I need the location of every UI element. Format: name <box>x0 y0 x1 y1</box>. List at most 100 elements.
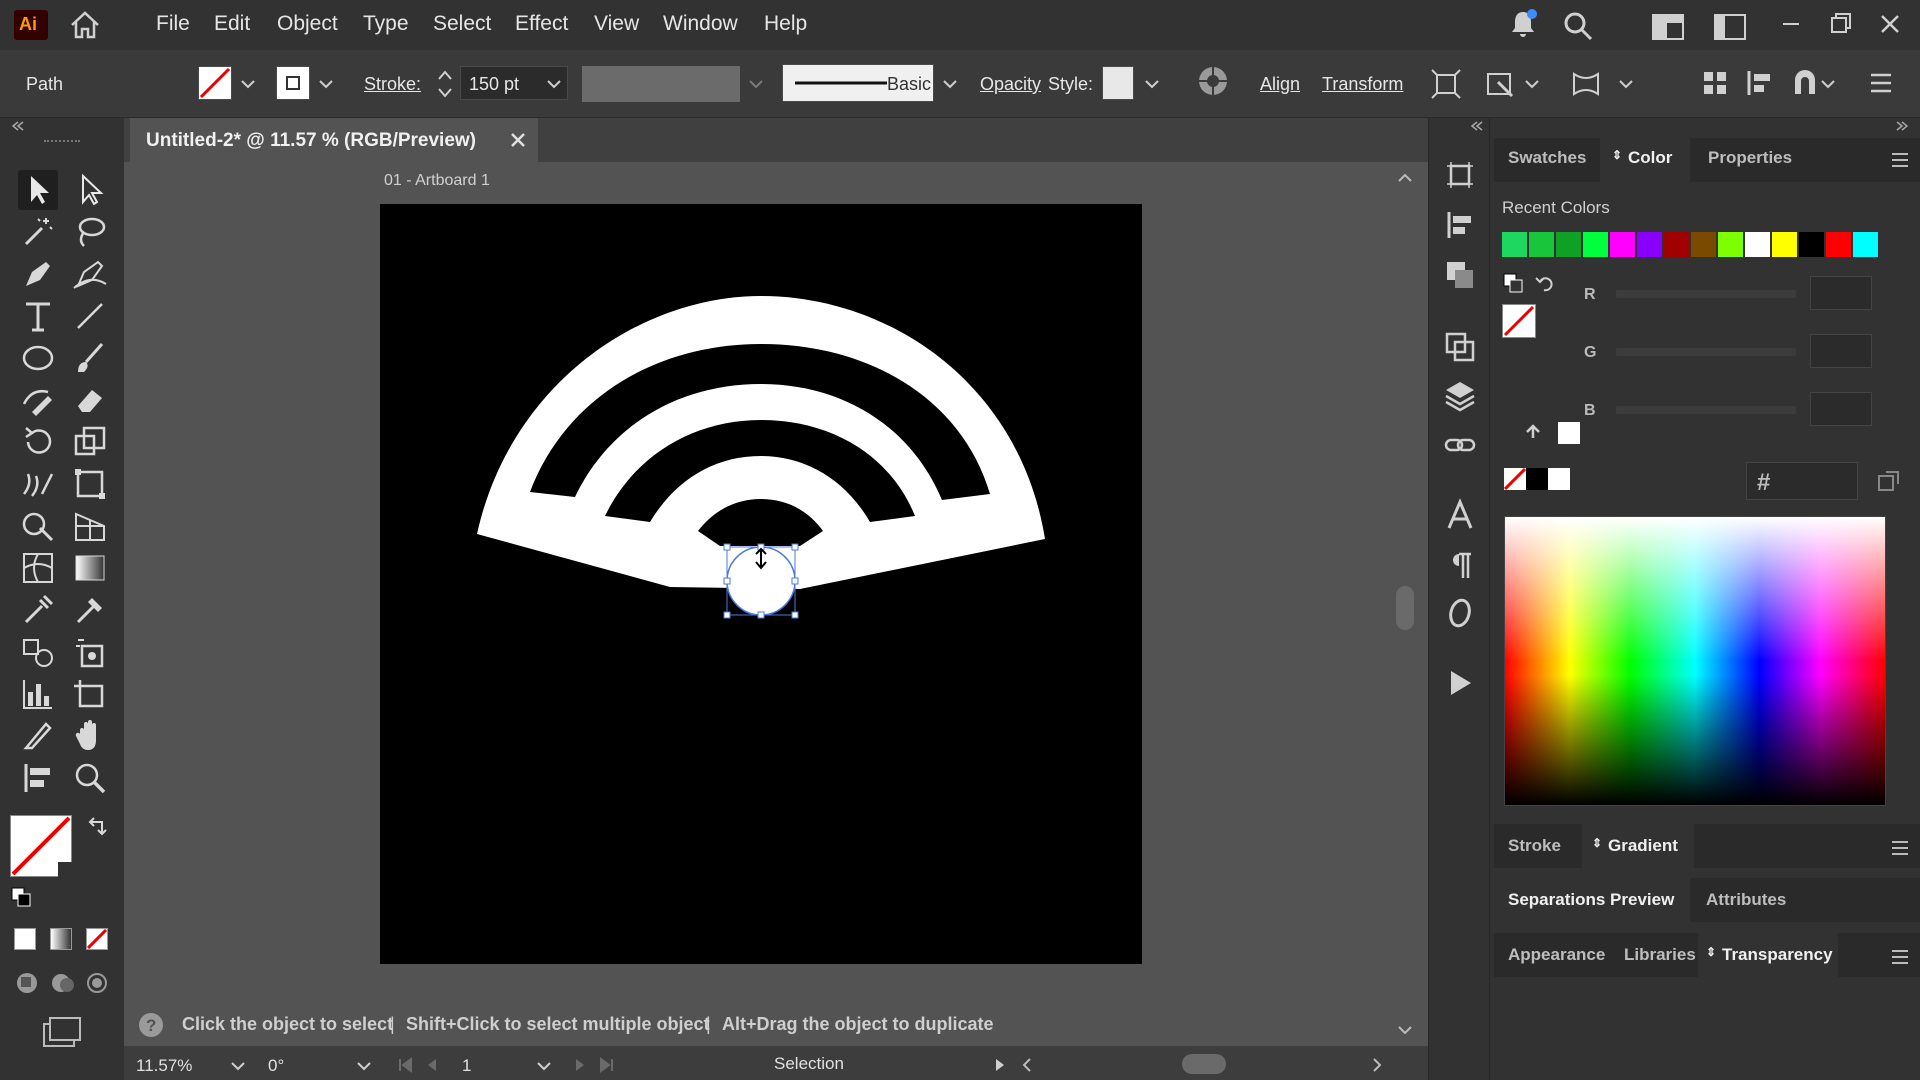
screen-mode-icon[interactable] <box>42 1016 82 1050</box>
column-graph-tool-icon[interactable] <box>18 674 58 714</box>
collapse-panels-icon[interactable] <box>1469 120 1485 132</box>
tab-appearance[interactable]: Appearance <box>1508 945 1605 965</box>
help-icon[interactable]: ? <box>138 1012 164 1038</box>
gradient-mode-button[interactable] <box>50 928 72 950</box>
toolbar-grip[interactable] <box>44 140 80 144</box>
color-mode-button[interactable] <box>14 928 36 950</box>
color-panel-reset-icon[interactable] <box>1534 272 1556 294</box>
paragraph-panel-icon[interactable] <box>1443 548 1477 582</box>
zoom-tool-icon[interactable] <box>70 758 110 798</box>
next-artboard-icon[interactable] <box>572 1056 588 1074</box>
channel-r-input[interactable] <box>1810 276 1872 310</box>
tab-color[interactable]: Color <box>1628 148 1672 168</box>
recent-color-swatch[interactable] <box>1745 232 1770 257</box>
character-panel-icon[interactable] <box>1443 498 1477 532</box>
recent-color-swatch[interactable] <box>1664 232 1689 257</box>
eyedropper-tool-icon[interactable] <box>18 590 58 630</box>
arrange-documents-icon[interactable] <box>1714 14 1746 40</box>
warp-tool-icon[interactable] <box>18 464 58 504</box>
blend-tool-icon[interactable] <box>18 632 58 672</box>
brush-chevron-icon[interactable] <box>940 74 960 94</box>
envelope-chevron-icon[interactable] <box>1616 74 1636 94</box>
recolor-artwork-icon[interactable] <box>1196 64 1230 98</box>
menu-help[interactable]: Help <box>764 12 807 36</box>
scroll-up-arrow-icon[interactable] <box>1396 170 1414 184</box>
tab-attributes[interactable]: Attributes <box>1706 890 1786 910</box>
recent-color-swatch[interactable] <box>1772 232 1797 257</box>
menu-effect[interactable]: Effect <box>515 12 568 36</box>
zoom-field[interactable]: 11.57% <box>134 1052 230 1078</box>
align-grid-icon[interactable] <box>1700 68 1730 98</box>
recent-color-swatch[interactable] <box>1583 232 1608 257</box>
menu-file[interactable]: File <box>156 12 190 36</box>
menu-select[interactable]: Select <box>433 12 491 36</box>
vertical-scroll-thumb[interactable] <box>1396 586 1414 630</box>
recent-color-swatch[interactable] <box>1826 232 1851 257</box>
tab-separations-preview[interactable]: Separations Preview <box>1508 890 1674 910</box>
gradient-tool-icon[interactable] <box>70 548 110 588</box>
none-mode-button[interactable] <box>86 928 108 950</box>
free-transform-tool-icon[interactable] <box>70 464 110 504</box>
stroke-weight-chevron-icon[interactable] <box>544 74 564 94</box>
graphic-style-swatch[interactable] <box>1102 66 1134 100</box>
artboard-tool-icon[interactable] <box>70 674 110 714</box>
recent-color-swatch[interactable] <box>1799 232 1824 257</box>
horizontal-scroll-thumb[interactable] <box>1182 1054 1226 1074</box>
line-segment-tool-icon[interactable] <box>70 296 110 336</box>
app-logo[interactable]: Ai <box>14 10 48 40</box>
type-tool-icon[interactable] <box>18 296 58 336</box>
fill-dropdown-chevron-icon[interactable] <box>238 74 258 94</box>
channel-r-slider[interactable] <box>1616 290 1796 298</box>
transform-panel-icon[interactable] <box>1443 330 1477 364</box>
scroll-left-arrow-icon[interactable] <box>1020 1056 1034 1074</box>
align-link[interactable]: Align <box>1260 74 1300 95</box>
artboard-label[interactable]: 01 - Artboard 1 <box>384 172 490 190</box>
fan-artwork[interactable] <box>380 204 1142 964</box>
gamut-color-swatch[interactable] <box>1558 422 1580 444</box>
isolate-icon[interactable] <box>1484 68 1516 100</box>
slice-tool-icon[interactable] <box>18 716 58 756</box>
menu-edit[interactable]: Edit <box>214 12 250 36</box>
tab-stroke[interactable]: Stroke <box>1508 836 1561 856</box>
scale-tool-icon[interactable] <box>70 422 110 462</box>
draw-behind-icon[interactable] <box>50 970 76 996</box>
recent-color-swatch[interactable] <box>1691 232 1716 257</box>
opacity-label[interactable]: Opacity <box>980 74 1041 95</box>
fill-swatch[interactable] <box>198 66 232 100</box>
recent-color-swatch[interactable] <box>1610 232 1635 257</box>
transparency-panel-menu-icon[interactable] <box>1890 949 1910 965</box>
transform-link[interactable]: Transform <box>1322 74 1403 95</box>
tab-libraries[interactable]: Libraries <box>1624 945 1696 965</box>
recent-color-swatch[interactable] <box>1556 232 1581 257</box>
menu-window[interactable]: Window <box>663 12 738 36</box>
stroke-swatch[interactable] <box>276 66 310 100</box>
eraser-tool-icon[interactable] <box>70 380 110 420</box>
copy-hex-icon[interactable] <box>1876 468 1902 494</box>
recent-color-swatch[interactable] <box>1718 232 1743 257</box>
rotation-chevron-icon[interactable] <box>354 1056 374 1076</box>
scroll-down-arrow-icon[interactable] <box>1396 1024 1414 1038</box>
paintbrush-tool-icon[interactable] <box>70 338 110 378</box>
symbol-sprayer-tool-icon[interactable] <box>70 632 110 672</box>
style-chevron-icon[interactable] <box>1142 74 1162 94</box>
pen-tool-icon[interactable] <box>18 254 58 294</box>
print-tiling-tool-icon[interactable] <box>18 758 58 798</box>
tab-properties[interactable]: Properties <box>1708 148 1792 168</box>
brush-definition[interactable]: Basic <box>782 64 934 102</box>
rotate-tool-icon[interactable] <box>18 422 58 462</box>
menu-view[interactable]: View <box>594 12 639 36</box>
distribute-icon[interactable] <box>1745 68 1775 98</box>
last-artboard-icon[interactable] <box>596 1056 616 1074</box>
control-bar-menu-icon[interactable] <box>1868 70 1894 96</box>
align-panel-icon[interactable] <box>1443 208 1477 242</box>
recent-color-swatch[interactable] <box>1502 232 1527 257</box>
swap-fill-stroke-icon[interactable] <box>84 814 110 840</box>
restore-icon[interactable] <box>1823 6 1859 42</box>
color-panel-menu-icon[interactable] <box>1890 152 1910 168</box>
draw-inside-icon[interactable] <box>84 970 110 996</box>
measure-tool-icon[interactable] <box>70 590 110 630</box>
black-swatch[interactable] <box>1526 468 1548 490</box>
first-artboard-icon[interactable] <box>396 1056 416 1074</box>
variable-width-profile[interactable] <box>582 66 740 102</box>
collapse-toolbar-icon[interactable] <box>10 120 26 132</box>
